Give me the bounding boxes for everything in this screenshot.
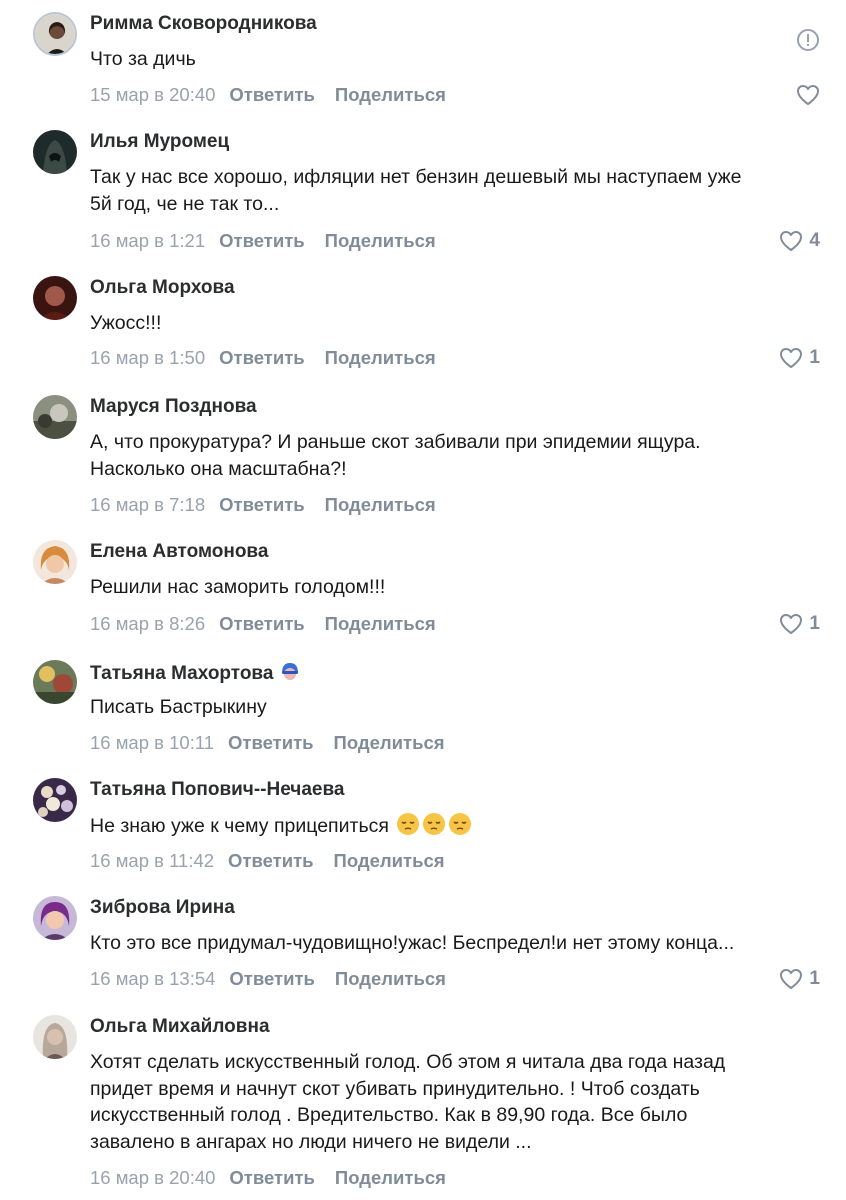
avatar[interactable] [33, 1015, 77, 1059]
comment-author[interactable]: Ольга Михайловна [90, 1015, 270, 1039]
blue-hat-emoji [279, 660, 301, 689]
like-count: 1 [809, 968, 820, 989]
comments-feed: Римма Сковородникова Что за дичь 15 мар … [0, 0, 846, 1200]
comment-text: Не знаю уже к чему прицепиться [90, 812, 825, 844]
heart-outline-icon [796, 84, 820, 106]
avatar[interactable] [33, 778, 77, 822]
share-button[interactable]: Поделиться [335, 84, 446, 105]
reply-button[interactable]: Ответить [219, 230, 305, 251]
comment-date[interactable]: 16 мар в 7:18 [90, 494, 205, 515]
heart-outline-icon [779, 347, 803, 369]
share-button[interactable]: Поделиться [325, 347, 436, 368]
reply-button[interactable]: Ответить [229, 1167, 315, 1188]
comment-author[interactable]: Ольга Морхова [90, 276, 235, 300]
like-count: 1 [809, 347, 820, 368]
reply-button[interactable]: Ответить [228, 850, 314, 871]
share-button[interactable]: Поделиться [335, 1167, 446, 1188]
comment-date[interactable]: 15 мар в 20:40 [90, 84, 215, 105]
comment-date[interactable]: 16 мар в 20:40 [90, 1167, 215, 1188]
comment-date[interactable]: 16 мар в 1:21 [90, 230, 205, 251]
comment-author[interactable]: Маруся Позднова [90, 395, 257, 419]
like-button[interactable]: 1 [779, 613, 820, 635]
comment-text: Так у нас все хорошо, ифляции нет бензин… [90, 166, 742, 215]
comment-text: Писать Бастрыкину [90, 696, 267, 718]
avatar[interactable] [33, 395, 77, 439]
avatar[interactable] [33, 660, 77, 704]
share-button[interactable]: Поделиться [325, 230, 436, 251]
reply-button[interactable]: Ответить [229, 84, 315, 105]
reply-button[interactable]: Ответить [219, 494, 305, 515]
comment-author[interactable]: Татьяна Попович--Нечаева [90, 778, 344, 802]
reply-button[interactable]: Ответить [219, 613, 305, 634]
comment-author[interactable]: Илья Муромец [90, 130, 229, 154]
comment-text: Кто это все придумал-чудовищно!ужас! Бес… [90, 932, 735, 954]
comment-meta: 16 мар в 8:26 Ответить Поделиться [90, 613, 436, 635]
share-button[interactable]: Поделиться [325, 613, 436, 634]
like-button[interactable]: 4 [779, 230, 820, 252]
avatar[interactable] [33, 12, 77, 56]
heart-outline-icon [779, 230, 803, 252]
comment-author[interactable]: Зиброва Ирина [90, 896, 235, 920]
like-button[interactable] [796, 84, 820, 106]
like-count: 1 [809, 613, 820, 634]
comment-text: Ужосс!!! [90, 312, 162, 334]
comment-author[interactable]: Римма Сковородникова [90, 12, 317, 36]
comment-meta: 16 мар в 10:11 Ответить Поделиться [90, 732, 445, 754]
comment-date[interactable]: 16 мар в 1:50 [90, 347, 205, 368]
comment-meta: 16 мар в 1:50 Ответить Поделиться [90, 347, 436, 369]
comment-text: Хотят сделать искусственный голод. Об эт… [90, 1051, 726, 1153]
avatar[interactable] [33, 276, 77, 320]
comment-meta: 16 мар в 13:54 Ответить Поделиться [90, 968, 446, 990]
share-button[interactable]: Поделиться [334, 732, 445, 753]
comment-date[interactable]: 16 мар в 11:42 [90, 850, 214, 871]
comment-date[interactable]: 16 мар в 8:26 [90, 613, 205, 634]
comment-text: Что за дичь [90, 48, 196, 70]
reply-button[interactable]: Ответить [228, 732, 314, 753]
comment-author[interactable]: Елена Автомонова [90, 540, 268, 564]
comment-date[interactable]: 16 мар в 10:11 [90, 732, 214, 753]
reply-button[interactable]: Ответить [219, 347, 305, 368]
comment-date[interactable]: 16 мар в 13:54 [90, 968, 215, 989]
like-button[interactable]: 1 [779, 968, 820, 990]
comment-meta: 15 мар в 20:40 Ответить Поделиться [90, 84, 446, 106]
avatar[interactable] [33, 130, 77, 174]
pensive-face-emoji [396, 812, 420, 844]
comment-author[interactable]: Татьяна Махортова [90, 660, 301, 689]
reply-button[interactable]: Ответить [229, 968, 315, 989]
comment-meta: 16 мар в 7:18 Ответить Поделиться [90, 494, 436, 516]
heart-outline-icon [779, 968, 803, 990]
avatar[interactable] [33, 896, 77, 940]
share-button[interactable]: Поделиться [335, 968, 446, 989]
comment-text: Решили нас заморить голодом!!! [90, 576, 386, 598]
pensive-face-emoji [448, 812, 472, 844]
share-button[interactable]: Поделиться [325, 494, 436, 515]
comment-meta: 16 мар в 20:40 Ответить Поделиться [90, 1167, 446, 1189]
like-button[interactable]: 1 [779, 347, 820, 369]
like-count: 4 [809, 230, 820, 251]
comment-text: А, что прокуратура? И раньше скот забива… [90, 431, 701, 480]
pensive-face-emoji [422, 812, 446, 844]
comment-meta: 16 мар в 11:42 Ответить Поделиться [90, 850, 445, 872]
heart-outline-icon [779, 613, 803, 635]
avatar[interactable] [33, 540, 77, 584]
comment-meta: 16 мар в 1:21 Ответить Поделиться [90, 230, 436, 252]
share-button[interactable]: Поделиться [334, 850, 445, 871]
